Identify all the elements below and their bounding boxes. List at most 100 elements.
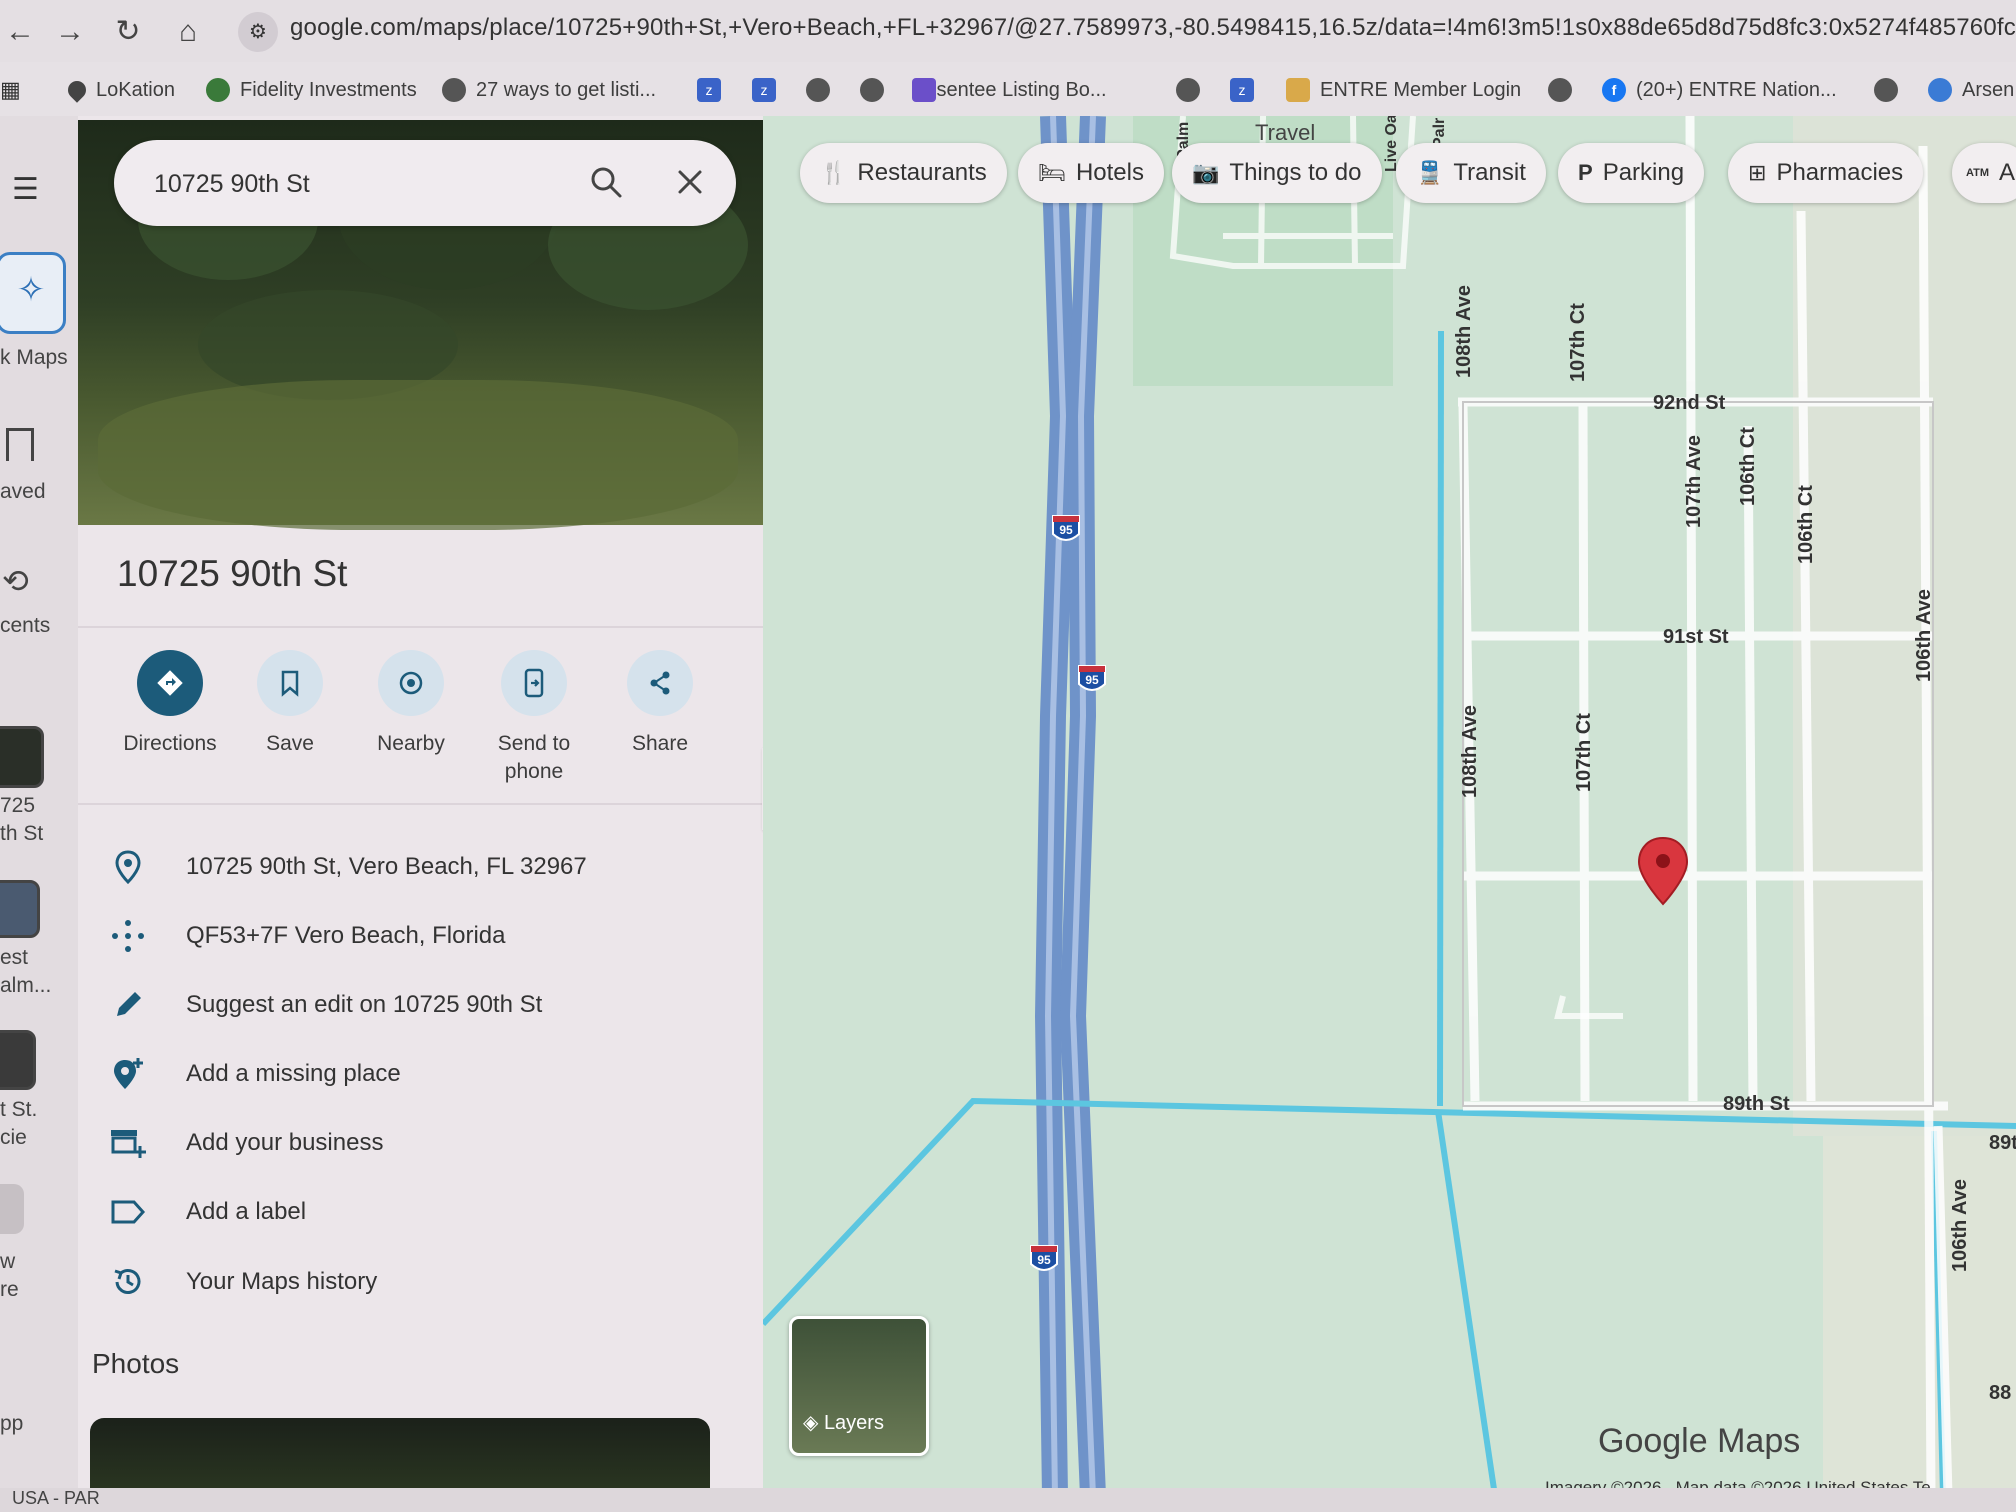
save-label: Save: [266, 732, 314, 755]
app-icon: [1928, 78, 1952, 102]
bookmark-27-ways[interactable]: 27 ways to get listi...: [442, 70, 656, 110]
bookmark-zillow-2[interactable]: z: [752, 70, 786, 110]
nearby-icon: [378, 650, 444, 716]
recent-label-4b[interactable]: re: [0, 1278, 19, 1302]
recent-label-4a[interactable]: w: [0, 1250, 15, 1274]
bookmark-globe-4[interactable]: [1548, 70, 1582, 110]
street-label-108th-ave-2: 108th Ave: [1459, 704, 1481, 798]
bookmark-globe-1[interactable]: [806, 70, 840, 110]
recent-label-3b[interactable]: cie: [0, 1126, 27, 1150]
recent-thumbnail-2[interactable]: [0, 880, 40, 938]
rail-label-ask-maps[interactable]: k Maps: [0, 346, 68, 370]
menu-icon[interactable]: ☰: [12, 172, 39, 207]
add-place-icon: [100, 1056, 156, 1092]
history-icon: [100, 1265, 156, 1299]
bookmark-lokation[interactable]: LoKation: [64, 70, 175, 110]
interstate-95-label: 95: [1037, 1253, 1051, 1267]
recent-label-3a[interactable]: t St.: [0, 1098, 37, 1122]
back-icon[interactable]: ←: [0, 12, 40, 52]
url-field[interactable]: google.com/maps/place/10725+90th+St,+Ver…: [290, 8, 2016, 48]
street-label-107th-ave: 107th Ave: [1683, 434, 1705, 528]
bookmark-globe-3[interactable]: [1176, 70, 1210, 110]
street-label-107th-ct: 107th Ct: [1567, 303, 1589, 382]
recent-thumbnail-1[interactable]: [0, 726, 44, 788]
train-icon: 🚆: [1416, 160, 1444, 185]
place-title: 10725 90th St: [117, 553, 348, 594]
recents-history-icon[interactable]: ⟲: [2, 562, 29, 600]
bookmark-absentee[interactable]: Absentee Listing Bo...: [912, 70, 1107, 110]
map-canvas[interactable]: 95 95 95 92nd St 91st St 89th St 108th A…: [763, 116, 2016, 1496]
share-button[interactable]: Share: [600, 650, 720, 758]
rail-label-saved[interactable]: aved: [0, 480, 46, 504]
search-input[interactable]: 10725 90th St: [154, 170, 310, 199]
add-label-row[interactable]: Add a label: [100, 1187, 306, 1237]
sparkle-search-icon: ✧: [16, 271, 46, 309]
close-icon[interactable]: [672, 164, 708, 200]
chip-parking[interactable]: P Parking: [1558, 143, 1705, 203]
share-icon: [627, 650, 693, 716]
street-label-106th-ave: 106th Ave: [1913, 588, 1935, 682]
directions-button[interactable]: Directions: [110, 650, 230, 758]
chip-transit[interactable]: 🚆 Transit: [1396, 143, 1546, 203]
parking-icon: P: [1578, 160, 1593, 185]
globe-icon: [860, 78, 884, 102]
bookmark-arsen[interactable]: Arsen: [1928, 70, 2014, 110]
send-to-phone-button[interactable]: Send to phone: [474, 650, 594, 786]
bookmark-globe-5[interactable]: [1874, 70, 1908, 110]
address-row[interactable]: 10725 90th St, Vero Beach, FL 32967: [100, 842, 587, 892]
recent-thumbnail-4[interactable]: [0, 1184, 24, 1234]
home-icon[interactable]: ⌂: [168, 12, 208, 52]
street-label-89th-edge: 89t: [1989, 1132, 2016, 1154]
add-label-text: Add a label: [186, 1198, 307, 1225]
saved-bookmark-icon[interactable]: [6, 428, 34, 461]
globe-icon: [1548, 78, 1572, 102]
bookmark-fidelity[interactable]: Fidelity Investments: [206, 70, 417, 110]
plus-code-row[interactable]: QF53+7F Vero Beach, Florida: [100, 911, 506, 961]
add-business-text: Add your business: [186, 1129, 384, 1156]
suggest-edit-row[interactable]: Suggest an edit on 10725 90th St: [100, 980, 542, 1030]
bookmark-entre-login[interactable]: ENTRE Member Login: [1286, 70, 1521, 110]
rail-label-recents[interactable]: cents: [0, 614, 50, 638]
chip-things-to-do[interactable]: 📷 Things to do: [1172, 143, 1382, 203]
maps-history-row[interactable]: Your Maps history: [100, 1257, 377, 1307]
recent-label-2b[interactable]: alm...: [0, 974, 51, 998]
suggest-edit-text: Suggest an edit on 10725 90th St: [186, 991, 543, 1018]
zillow-icon: z: [752, 78, 776, 102]
reload-icon[interactable]: ↻: [108, 12, 148, 52]
nearby-button[interactable]: Nearby: [351, 650, 471, 758]
save-button[interactable]: Save: [230, 650, 350, 758]
add-business-row[interactable]: Add your business: [100, 1118, 383, 1168]
globe-icon: [806, 78, 830, 102]
layers-label: ◈ Layers: [803, 1412, 884, 1434]
recent-label-1b[interactable]: th St: [0, 822, 43, 846]
globe-icon: [1176, 78, 1200, 102]
chip-restaurants[interactable]: 🍴 Restaurants: [800, 143, 1007, 203]
site-settings-icon[interactable]: ⚙: [238, 12, 278, 52]
recent-label-1a[interactable]: 725: [0, 794, 35, 818]
camera-icon: 📷: [1192, 160, 1220, 185]
chip-pharmacies[interactable]: ⊞ Pharmacies: [1728, 143, 1924, 203]
add-missing-place-row[interactable]: Add a missing place: [100, 1049, 401, 1099]
street-label-88-edge: 88: [1989, 1382, 2012, 1404]
interstate-95-label: 95: [1059, 523, 1073, 537]
apps-grid-icon[interactable]: ▦: [0, 70, 21, 110]
interstate-95-label: 95: [1085, 673, 1099, 687]
bookmark-zillow-1[interactable]: z: [697, 70, 731, 110]
layers-button[interactable]: [789, 1316, 929, 1456]
forward-icon[interactable]: →: [50, 12, 90, 52]
street-label-92nd-st: 92nd St: [1653, 392, 1726, 414]
photos-heading: Photos: [92, 1348, 180, 1379]
bookmark-zillow-3[interactable]: z: [1230, 70, 1264, 110]
chip-hotels[interactable]: 🛏 Hotels: [1018, 143, 1164, 203]
bookmark-entre-nation[interactable]: f (20+) ENTRE Nation...: [1602, 70, 1837, 110]
ask-maps-button[interactable]: ✧: [0, 252, 66, 334]
chip-atm[interactable]: ATM A: [1952, 143, 2016, 203]
bookmark-globe-2[interactable]: [860, 70, 894, 110]
fidelity-icon: [206, 78, 230, 102]
recent-thumbnail-3[interactable]: [0, 1030, 36, 1090]
plus-code-text: QF53+7F Vero Beach, Florida: [186, 922, 506, 949]
search-icon[interactable]: [588, 164, 624, 200]
recent-label-2a[interactable]: est: [0, 946, 28, 970]
rail-label-app[interactable]: pp: [0, 1412, 23, 1436]
share-label: Share: [631, 732, 689, 755]
